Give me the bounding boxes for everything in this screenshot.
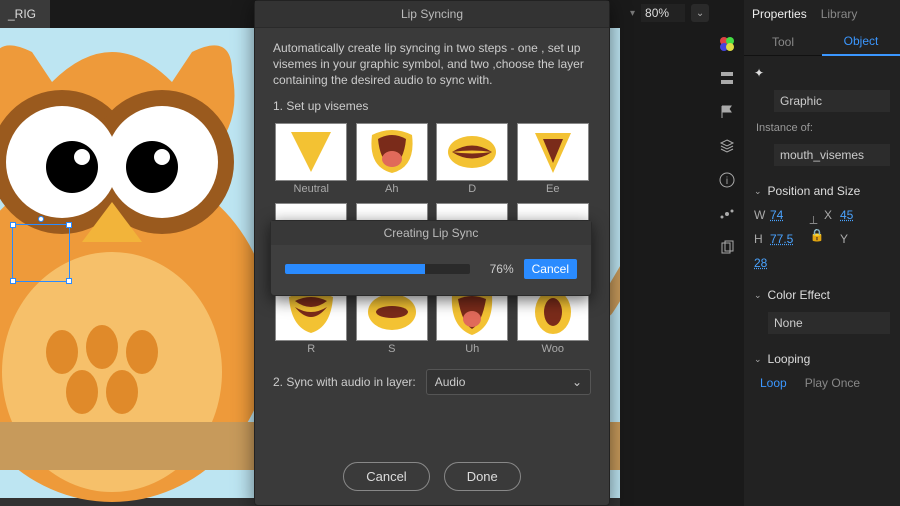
viseme-ee[interactable]: Ee <box>515 123 592 199</box>
loop-option-play-once[interactable]: Play Once <box>805 376 860 390</box>
section-position-size[interactable]: ⌄Position and Size <box>754 184 890 198</box>
loop-option-loop[interactable]: Loop <box>760 376 787 390</box>
h-label: H <box>754 232 770 246</box>
atom-icon[interactable] <box>717 204 737 224</box>
w-label: W <box>754 208 770 222</box>
step1-label: 1. Set up visemes <box>273 99 591 113</box>
width-value[interactable]: 74 <box>770 208 810 222</box>
dialog-description: Automatically create lip syncing in two … <box>273 40 591 89</box>
right-toolstrip: i <box>710 0 744 506</box>
progress-bar <box>285 264 470 274</box>
panel-tab-properties[interactable]: Properties <box>752 7 807 21</box>
y-label: Y <box>840 232 868 246</box>
svg-text:i: i <box>726 176 728 187</box>
dialog-title: Lip Syncing <box>255 1 609 28</box>
zoom-level-input[interactable]: 80% <box>641 4 685 22</box>
document-tab-label: _RIG <box>8 7 36 21</box>
zoom-dropdown[interactable]: ⌄ <box>691 4 709 22</box>
layers-icon[interactable] <box>717 136 737 156</box>
zoom-tick-icon: ▾ <box>630 8 635 19</box>
viseme-neutral[interactable]: Neutral <box>273 123 350 199</box>
subtab-tool[interactable]: Tool <box>744 28 822 55</box>
creating-lip-sync-dialog: Creating Lip Sync 76% Cancel <box>270 220 592 296</box>
viseme-d[interactable]: D <box>434 123 511 199</box>
y-value[interactable]: 28 <box>754 256 770 270</box>
document-tab[interactable]: _RIG <box>0 0 50 28</box>
x-value[interactable]: 45 <box>840 208 868 222</box>
swatches-icon[interactable] <box>717 34 737 54</box>
symbol-type-select[interactable]: Graphic <box>774 90 890 112</box>
progress-percent: 76% <box>480 262 514 276</box>
progress-cancel-button[interactable]: Cancel <box>524 259 577 279</box>
x-label: X <box>824 208 840 222</box>
subtab-object[interactable]: Object <box>822 28 900 56</box>
instance-of-label: Instance of: <box>756 122 890 134</box>
dialog-done-button[interactable]: Done <box>444 462 521 491</box>
panel-tab-library[interactable]: Library <box>821 7 858 21</box>
section-looping[interactable]: ⌄Looping <box>754 352 890 366</box>
viseme-ah[interactable]: Ah <box>354 123 431 199</box>
height-value[interactable]: 77.5 <box>770 232 810 246</box>
chevron-down-icon: ⌄ <box>572 375 582 389</box>
lock-aspect-icon[interactable]: ⟂🔒 <box>810 213 824 242</box>
align-icon[interactable] <box>717 68 737 88</box>
color-effect-select[interactable]: None <box>768 312 890 334</box>
dialog-cancel-button[interactable]: Cancel <box>343 462 429 491</box>
properties-panel: Properties Library Tool Object ✦ Graphic… <box>744 0 900 506</box>
section-color-effect[interactable]: ⌄Color Effect <box>754 288 890 302</box>
selection-bounds[interactable] <box>12 224 70 282</box>
audio-layer-select[interactable]: Audio ⌄ <box>426 369 591 395</box>
object-type-icon: ✦ <box>754 66 774 80</box>
copy-icon[interactable] <box>717 238 737 258</box>
step2-label: 2. Sync with audio in layer: <box>273 375 416 389</box>
progress-title: Creating Lip Sync <box>271 221 591 245</box>
info-icon[interactable]: i <box>717 170 737 190</box>
instance-name-field[interactable]: mouth_visemes <box>774 144 890 166</box>
flag-icon[interactable] <box>717 102 737 122</box>
